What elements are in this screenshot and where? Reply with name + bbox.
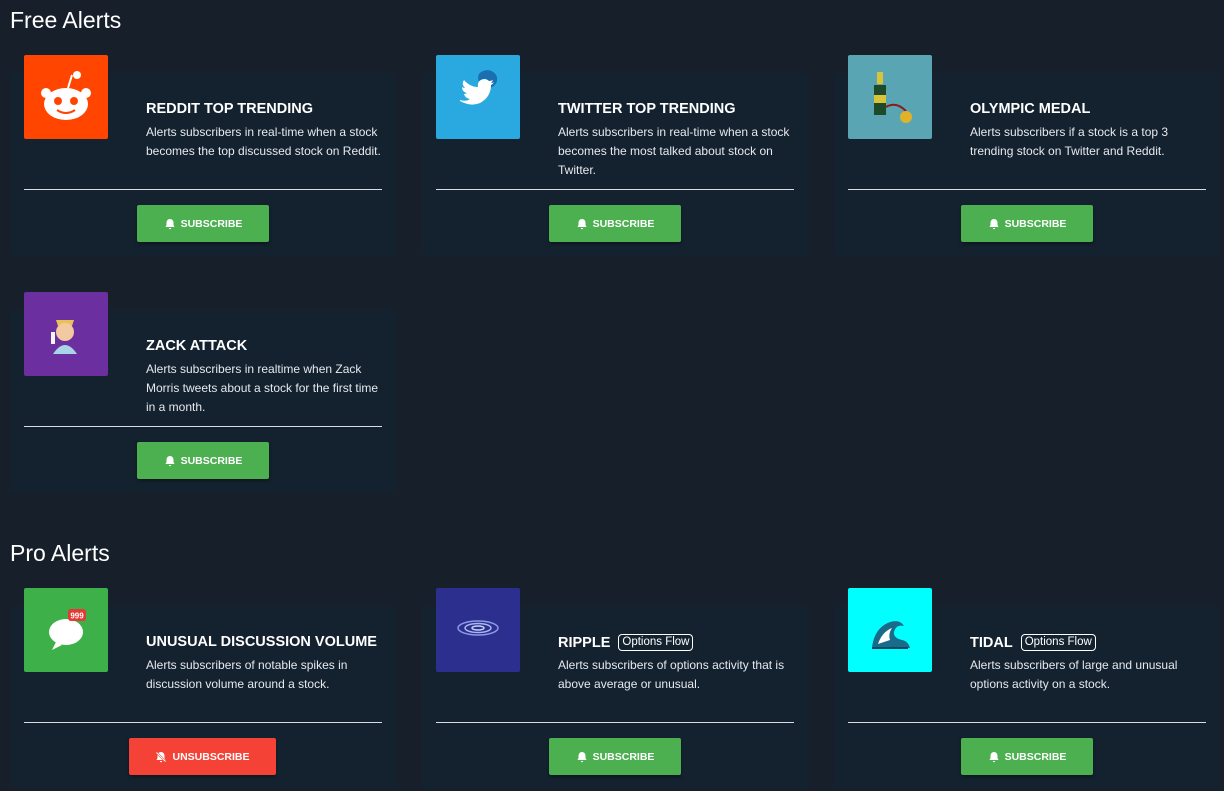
alert-title: TWITTER TOP TRENDING <box>558 101 736 117</box>
alert-title: ZACK ATTACK <box>146 338 248 354</box>
bell-icon <box>165 218 175 229</box>
alert-description: Alerts subscribers in real-time when a s… <box>146 125 381 158</box>
champagne-medal-icon <box>848 55 932 139</box>
button-label: SUBSCRIBE <box>592 750 655 763</box>
tidal-wave-icon <box>848 588 932 672</box>
alert-description: Alerts subscribers of large and unusual … <box>970 658 1178 691</box>
twitter-bird-icon <box>436 55 520 139</box>
subscribe-button[interactable]: SUBSCRIBE <box>137 442 269 479</box>
subscribe-button[interactable]: SUBSCRIBE <box>549 738 681 775</box>
subscribe-button[interactable]: SUBSCRIBE <box>137 205 269 242</box>
alert-description: Alerts subscribers of notable spikes in … <box>146 658 348 691</box>
pro-alerts-heading: Pro Alerts <box>10 540 110 566</box>
chat-bubble-999-icon: 999 <box>24 588 108 672</box>
alert-title: RIPPLE Options Flow <box>558 634 694 651</box>
divider <box>24 189 382 190</box>
bell-icon <box>577 751 587 762</box>
free-alerts-heading: Free Alerts <box>10 7 122 33</box>
bell-icon <box>989 751 999 762</box>
bell-icon <box>989 218 999 229</box>
bell-icon <box>165 455 175 466</box>
zack-character-icon <box>24 292 108 376</box>
alert-title: REDDIT TOP TRENDING <box>146 101 314 117</box>
unsubscribe-button[interactable]: UNSUBSCRIBE <box>129 738 276 775</box>
button-label: SUBSCRIBE <box>180 217 243 230</box>
divider <box>436 189 794 190</box>
reddit-alien-icon <box>24 55 108 139</box>
divider <box>436 722 794 723</box>
divider <box>848 189 1206 190</box>
subscribe-button[interactable]: SUBSCRIBE <box>961 205 1093 242</box>
options-flow-badge: Options Flow <box>1020 634 1096 651</box>
alert-title: UNUSUAL DISCUSSION VOLUME <box>146 634 377 650</box>
divider <box>24 722 382 723</box>
bell-off-icon <box>155 750 168 763</box>
button-label: UNSUBSCRIBE <box>172 750 250 763</box>
divider <box>848 722 1206 723</box>
alert-title: OLYMPIC MEDAL <box>970 101 1091 117</box>
divider <box>24 426 382 427</box>
button-label: SUBSCRIBE <box>1004 217 1067 230</box>
alert-title: TIDAL Options Flow <box>970 634 1096 651</box>
button-label: SUBSCRIBE <box>592 217 655 230</box>
subscribe-button[interactable]: SUBSCRIBE <box>961 738 1093 775</box>
water-ripple-icon <box>436 588 520 672</box>
alert-description: Alerts subscribers in realtime when Zack… <box>146 362 379 414</box>
alert-description: Alerts subscribers if a stock is a top 3… <box>970 125 1169 158</box>
alert-description: Alerts subscribers in real-time when a s… <box>558 125 790 177</box>
subscribe-button[interactable]: SUBSCRIBE <box>549 205 681 242</box>
alert-description: Alerts subscribers of options activity t… <box>558 658 785 691</box>
button-label: SUBSCRIBE <box>180 454 243 467</box>
bell-icon <box>577 218 587 229</box>
button-label: SUBSCRIBE <box>1004 750 1067 763</box>
notification-count: 999 <box>70 612 84 621</box>
options-flow-badge: Options Flow <box>618 634 694 651</box>
